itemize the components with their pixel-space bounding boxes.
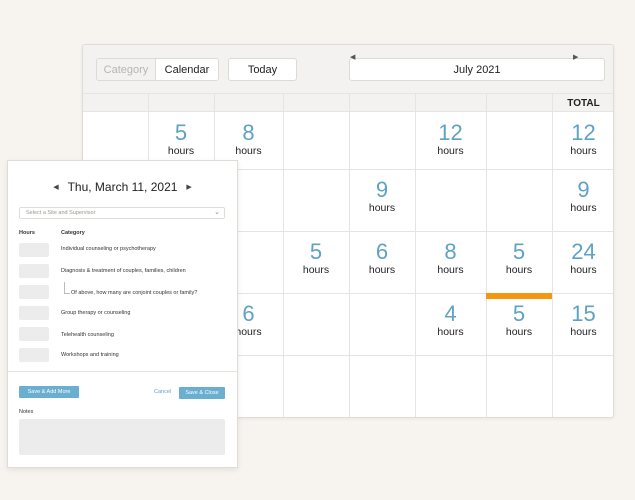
hours-value: 5 xyxy=(512,301,526,326)
hours-value: 9 xyxy=(375,177,389,202)
hours-value: 6 xyxy=(375,239,389,264)
hours-value: 5 xyxy=(174,120,188,145)
hours-unit: hours xyxy=(570,264,597,276)
hours-input-telehealth[interactable] xyxy=(19,327,49,341)
hours-unit: hours xyxy=(505,326,533,338)
hours-input-diagnosis[interactable] xyxy=(19,264,49,278)
category-label: Of above, how many are conjoint couples … xyxy=(71,290,198,296)
hours-unit: hours xyxy=(235,145,262,157)
day-hours-cell[interactable]: 8 hours xyxy=(214,122,283,157)
save-add-more-button[interactable]: Save & Add More xyxy=(19,386,79,398)
notes-textarea[interactable] xyxy=(19,419,225,455)
calendar-toolbar: Category Calendar Today July 2021 ◀ ▶ xyxy=(83,45,613,93)
category-label: Telehealth counseling xyxy=(61,332,114,338)
day-hours-cell[interactable]: 5 hours xyxy=(148,122,214,157)
day-hours-cell[interactable]: 5 hours xyxy=(283,241,349,276)
day-hours-cell[interactable]: 5 hours xyxy=(486,303,552,338)
hours-value: 8 xyxy=(242,120,255,145)
hours-value: 9 xyxy=(577,177,590,202)
log-hours-panel: ◀ Thu, March 11, 2021 ▶ Select a Site an… xyxy=(7,160,238,468)
hours-unit: hours xyxy=(167,145,195,157)
prev-day-icon[interactable]: ◀ xyxy=(53,183,58,191)
category-label: Group therapy or counseling xyxy=(61,310,131,316)
category-label: Individual counseling or psychotherapy xyxy=(61,246,156,252)
today-button[interactable]: Today xyxy=(228,58,297,81)
save-close-button[interactable]: Save & Close xyxy=(179,387,225,399)
hours-value: 8 xyxy=(444,239,457,264)
divider xyxy=(8,371,237,372)
month-label: July 2021 xyxy=(349,58,605,81)
hours-unit: hours xyxy=(437,326,464,338)
hours-unit: hours xyxy=(570,326,597,338)
view-toggle: Category Calendar xyxy=(96,58,219,81)
hours-input-group[interactable] xyxy=(19,306,49,320)
calendar-view-button[interactable]: Calendar xyxy=(155,59,218,80)
notes-label: Notes xyxy=(19,409,34,415)
hours-unit: hours xyxy=(368,264,396,276)
total-column-header: TOTAL xyxy=(567,98,600,109)
hours-unit: hours xyxy=(570,145,597,157)
day-hours-cell[interactable]: 8 hours xyxy=(415,241,486,276)
hours-unit: hours xyxy=(368,202,396,214)
sub-item-bracket xyxy=(64,282,70,294)
day-hours-cell[interactable]: 5 hours xyxy=(486,241,552,276)
next-month-icon[interactable]: ▶ xyxy=(573,53,578,61)
total-hours-cell: 15 hours xyxy=(552,301,613,338)
hours-column-header: Hours xyxy=(19,230,35,236)
category-view-button[interactable]: Category xyxy=(97,59,155,80)
day-hours-cell[interactable]: 9 hours xyxy=(349,179,415,214)
total-hours-cell: 12 hours xyxy=(552,120,613,157)
today-indicator xyxy=(486,293,552,299)
total-hours-cell: 9 hours xyxy=(552,177,613,214)
calendar-header-row: TOTAL xyxy=(83,93,613,112)
hours-input-conjoint[interactable] xyxy=(19,285,49,299)
date-navigator: ◀ Thu, March 11, 2021 ▶ xyxy=(8,179,237,195)
day-hours-cell[interactable]: 12 hours xyxy=(415,122,486,157)
day-hours-cell[interactable]: 4 hours xyxy=(415,303,486,338)
hours-unit: hours xyxy=(437,264,464,276)
hours-value: 5 xyxy=(512,239,526,264)
hours-value: 15 xyxy=(571,301,596,326)
date-label: Thu, March 11, 2021 xyxy=(67,180,178,194)
hours-input-workshops[interactable] xyxy=(19,348,49,362)
hours-unit: hours xyxy=(570,202,597,214)
hours-value: 24 xyxy=(571,239,596,264)
category-label: Diagnosis & treatment of couples, famili… xyxy=(61,268,186,274)
hours-value: 12 xyxy=(571,120,596,145)
hours-unit: hours xyxy=(302,264,330,276)
site-supervisor-placeholder: Select a Site and Supervisor xyxy=(26,210,96,216)
prev-month-icon[interactable]: ◀ xyxy=(350,53,355,61)
cancel-button[interactable]: Cancel xyxy=(154,389,171,395)
hours-value: 4 xyxy=(444,301,457,326)
next-day-icon[interactable]: ▶ xyxy=(186,183,191,191)
site-supervisor-select[interactable]: Select a Site and Supervisor ⌄ xyxy=(19,207,225,219)
hours-value: 5 xyxy=(309,239,323,264)
hours-unit: hours xyxy=(437,145,464,157)
chevron-down-icon: ⌄ xyxy=(214,209,220,216)
hours-unit: hours xyxy=(505,264,533,276)
hours-input-individual[interactable] xyxy=(19,243,49,257)
hours-value: 12 xyxy=(438,120,463,145)
category-label: Workshops and training xyxy=(61,352,119,358)
day-hours-cell[interactable]: 6 hours xyxy=(349,241,415,276)
total-hours-cell: 24 hours xyxy=(552,239,613,276)
category-column-header: Category xyxy=(61,230,85,236)
